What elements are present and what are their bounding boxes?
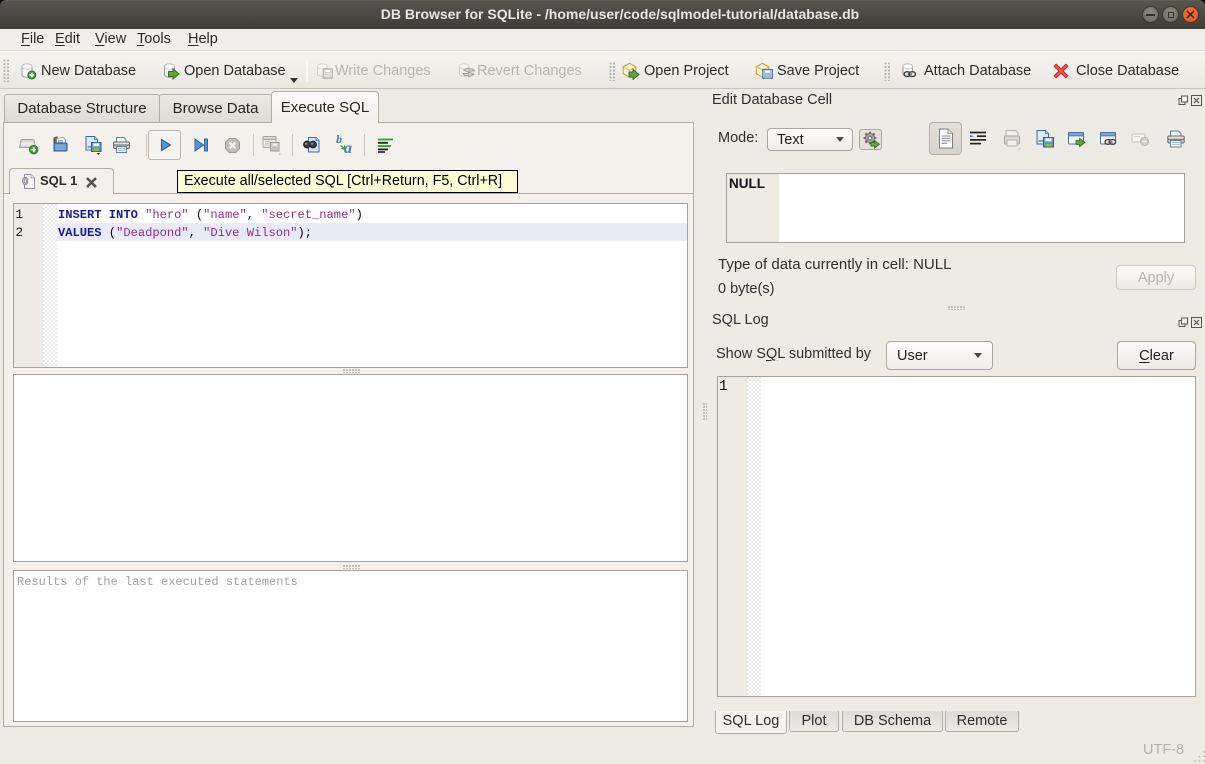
svg-text:b: b <box>336 133 342 146</box>
